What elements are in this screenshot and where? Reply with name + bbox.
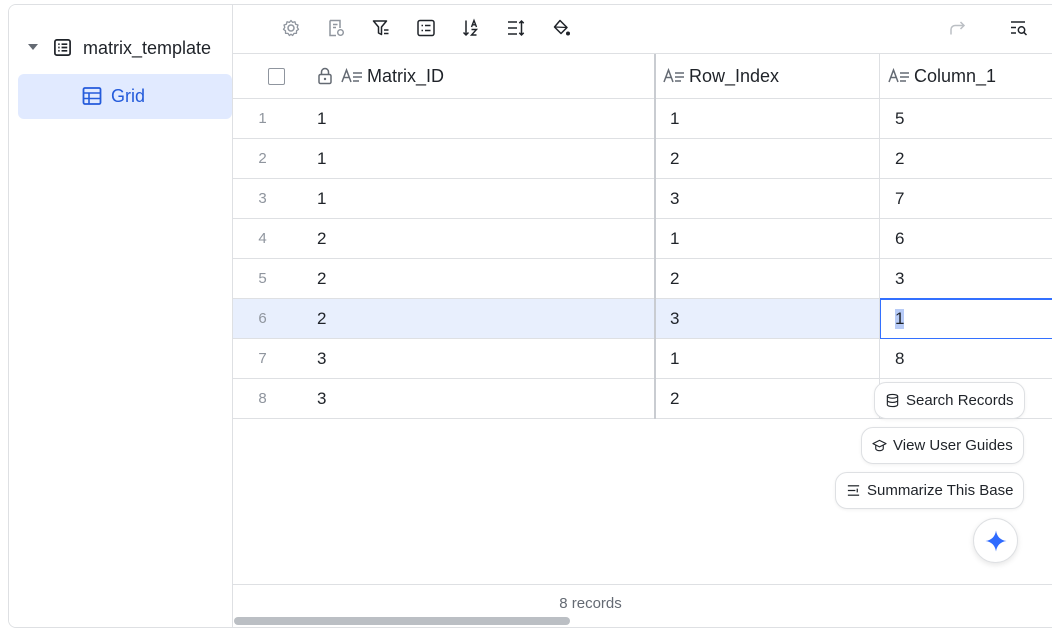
view-user-guides-button[interactable]: View User Guides xyxy=(861,427,1024,464)
cell-row-index[interactable]: 1 xyxy=(670,99,679,138)
fill-color-button[interactable] xyxy=(550,17,572,39)
cell-row-index[interactable]: 2 xyxy=(670,139,679,178)
cell-matrix-id[interactable]: 3 xyxy=(317,379,326,418)
row-height-button[interactable] xyxy=(505,17,527,39)
record-count: 8 records xyxy=(559,595,622,612)
search-records-label: Search Records xyxy=(906,392,1014,409)
cell-matrix-id[interactable]: 2 xyxy=(317,219,326,258)
row-number: 4 xyxy=(258,230,267,247)
grid-footer: 8 records xyxy=(233,584,1052,627)
grid-header: Matrix_ID Row_Index Column_1 xyxy=(233,54,1052,99)
select-all-checkbox[interactable] xyxy=(268,68,285,85)
cell-row-index[interactable]: 1 xyxy=(670,219,679,258)
sidebar: matrix_template Grid xyxy=(9,5,233,627)
frozen-column-divider[interactable] xyxy=(654,54,656,419)
cell-matrix-id[interactable]: 2 xyxy=(317,259,326,298)
column-label: Column_1 xyxy=(914,65,997,86)
cell-column-1[interactable]: 3 xyxy=(895,259,904,298)
cell-column-1[interactable]: 8 xyxy=(895,339,904,378)
view-name: Grid xyxy=(111,86,146,106)
text-field-icon xyxy=(888,67,909,83)
selected-cell-text[interactable]: 1 xyxy=(895,309,905,329)
column-label: Row_Index xyxy=(689,65,780,86)
row-height-icon xyxy=(508,19,525,37)
cell-row-index[interactable]: 3 xyxy=(670,299,679,338)
table-row[interactable]: 3 1 3 7 xyxy=(233,179,1052,219)
share-button[interactable] xyxy=(947,17,969,39)
summarize-base-label: Summarize This Base xyxy=(867,482,1014,499)
ai-assistant-button[interactable] xyxy=(973,518,1018,563)
cell-matrix-id[interactable]: 1 xyxy=(317,99,326,138)
group-button[interactable] xyxy=(415,17,437,39)
filter-icon xyxy=(372,20,389,36)
base-tree-item[interactable]: matrix_template xyxy=(9,33,233,63)
search-list-icon xyxy=(1011,21,1028,36)
table-row[interactable]: 4 2 1 6 xyxy=(233,219,1052,259)
summary-lines-icon xyxy=(847,485,860,496)
cell-column-1[interactable]: 2 xyxy=(895,139,904,178)
table-row[interactable]: 1 1 1 5 xyxy=(233,99,1052,139)
grid-view-icon xyxy=(82,87,102,105)
settings-button[interactable] xyxy=(280,17,302,39)
text-field-icon xyxy=(341,67,362,83)
row-number: 3 xyxy=(258,190,267,207)
caret-down-icon[interactable] xyxy=(28,44,38,50)
toolbar xyxy=(233,5,1052,54)
cell-matrix-id[interactable]: 1 xyxy=(317,179,326,218)
row-number: 6 xyxy=(258,310,267,327)
cell-column-1[interactable]: 6 xyxy=(895,219,904,258)
table-row[interactable]: 2 1 2 2 xyxy=(233,139,1052,179)
column-header-matrix-id[interactable]: Matrix_ID xyxy=(317,54,444,98)
sparkle-icon xyxy=(985,530,1006,551)
base-name: matrix_template xyxy=(83,38,212,58)
column-header-column-1[interactable]: Column_1 xyxy=(888,54,996,98)
app-frame: matrix_template Grid Matrix_ID Row_Index… xyxy=(8,4,1052,628)
cell-matrix-id[interactable]: 2 xyxy=(317,299,326,338)
share-arrow-icon xyxy=(950,21,966,35)
group-list-icon xyxy=(417,19,435,37)
row-number: 2 xyxy=(258,150,267,167)
summarize-base-button[interactable]: Summarize This Base xyxy=(835,472,1025,509)
cell-column-1[interactable]: 7 xyxy=(895,179,904,218)
column-label: Matrix_ID xyxy=(367,65,445,86)
cell-row-index[interactable]: 2 xyxy=(670,259,679,298)
database-icon xyxy=(886,393,899,408)
text-field-icon xyxy=(663,67,684,83)
search-button[interactable] xyxy=(1008,17,1030,39)
cell-row-index[interactable]: 1 xyxy=(670,339,679,378)
graduation-cap-icon xyxy=(872,439,887,452)
table-list-icon xyxy=(54,39,71,56)
column-divider[interactable] xyxy=(879,54,880,419)
row-number: 1 xyxy=(258,110,267,127)
sort-az-icon xyxy=(462,18,479,37)
row-number: 5 xyxy=(258,270,267,287)
table-row[interactable]: 7 3 1 8 xyxy=(233,339,1052,379)
table-row[interactable]: 5 2 2 3 xyxy=(233,259,1052,299)
filter-button[interactable] xyxy=(370,17,392,39)
row-number: 7 xyxy=(258,350,267,367)
column-header-row-index[interactable]: Row_Index xyxy=(663,54,779,98)
cell-row-index[interactable]: 2 xyxy=(670,379,679,418)
cell-row-index[interactable]: 3 xyxy=(670,179,679,218)
paint-bucket-icon xyxy=(553,19,570,36)
cell-matrix-id[interactable]: 3 xyxy=(317,339,326,378)
gear-icon xyxy=(282,19,300,37)
active-cell-column-1[interactable]: 1 xyxy=(879,298,1052,340)
cell-matrix-id[interactable]: 1 xyxy=(317,139,326,178)
lock-icon xyxy=(318,67,332,85)
sort-button[interactable] xyxy=(460,17,482,39)
view-user-guides-label: View User Guides xyxy=(893,437,1013,454)
sidebar-item-grid-view[interactable]: Grid xyxy=(18,74,232,119)
field-settings-button[interactable] xyxy=(325,17,347,39)
table-row-selected[interactable]: 6 2 3 1 xyxy=(233,298,1052,340)
document-gear-icon xyxy=(329,19,344,37)
row-number: 8 xyxy=(258,390,267,407)
search-records-button[interactable]: Search Records xyxy=(874,382,1025,419)
cell-column-1[interactable]: 5 xyxy=(895,99,904,138)
horizontal-scrollbar[interactable] xyxy=(234,617,570,625)
